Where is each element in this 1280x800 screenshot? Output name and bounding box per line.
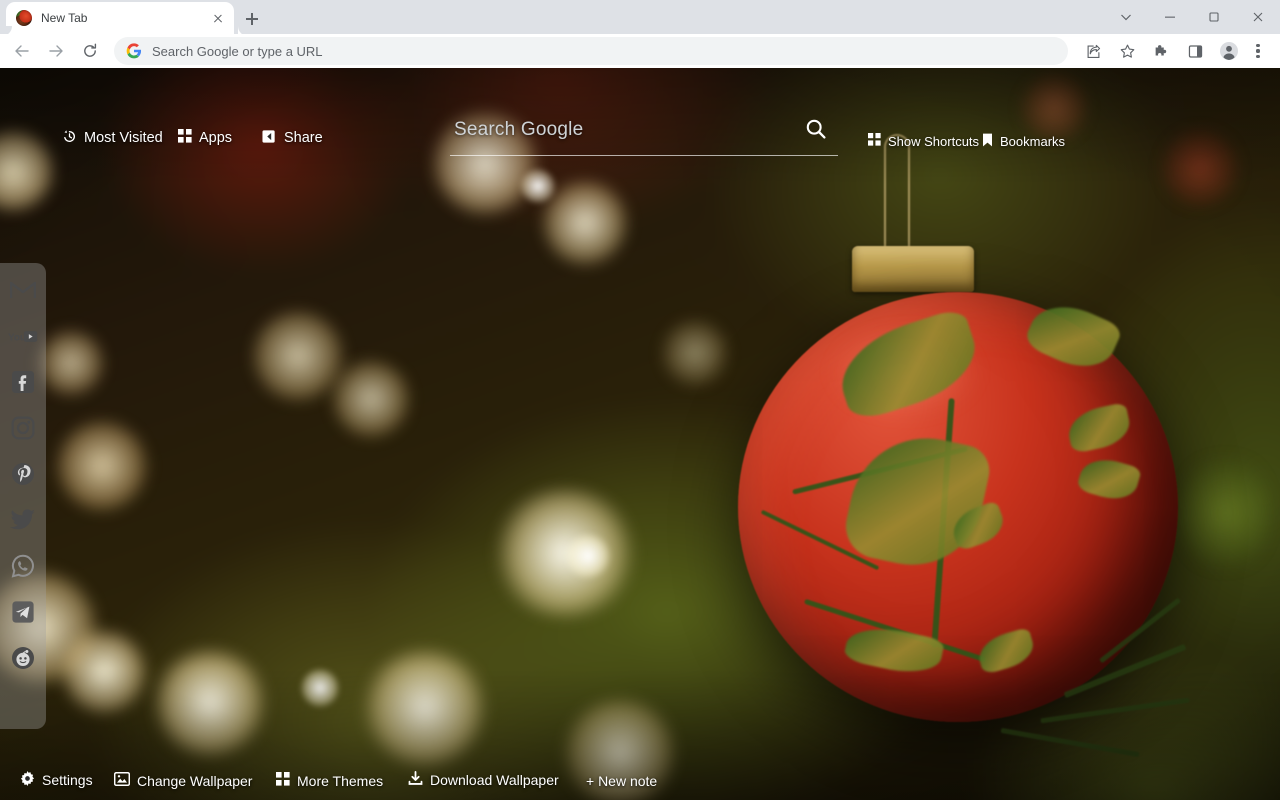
new-note-label: + New note: [586, 773, 658, 789]
puzzle-piece-icon[interactable]: [1147, 37, 1175, 65]
star-icon[interactable]: [1113, 37, 1141, 65]
three-dots-icon[interactable]: [1246, 37, 1270, 65]
christmas-ornament-favicon: [16, 10, 32, 26]
settings-label: Settings: [42, 772, 93, 788]
sidebar-item-youtube[interactable]: You: [8, 321, 38, 351]
minimize-button[interactable]: [1148, 0, 1192, 34]
arrow-forward-icon[interactable]: [42, 37, 70, 65]
download-icon: [408, 771, 423, 789]
browser-chrome: New Tab Search Google or type a URL: [0, 0, 1280, 68]
ntp-bottom-bar: Settings Change Wallpaper More Themes Do…: [0, 756, 1280, 800]
bookmarks-link[interactable]: Bookmarks: [982, 133, 1065, 150]
side-panel-icon[interactable]: [1181, 37, 1209, 65]
tab-search-button[interactable]: [1104, 0, 1148, 34]
apps-link[interactable]: Apps: [178, 129, 232, 147]
sidebar-item-telegram[interactable]: [8, 597, 38, 627]
sidebar-item-facebook[interactable]: [8, 367, 38, 397]
sidebar-item-reddit[interactable]: [8, 643, 38, 673]
gear-icon: [20, 771, 35, 789]
bookmarks-label: Bookmarks: [1000, 134, 1066, 149]
history-icon: [62, 129, 77, 148]
share-link[interactable]: Share: [262, 129, 323, 148]
sidebar-item-instagram[interactable]: [8, 413, 38, 443]
search-input[interactable]: Search Google: [454, 119, 583, 141]
change-wallpaper-label: Change Wallpaper: [137, 772, 253, 789]
most-visited-label: Most Visited: [84, 130, 163, 147]
grid-icon: [868, 133, 881, 149]
social-sidebar: You: [0, 263, 46, 729]
maximize-button[interactable]: [1192, 0, 1236, 34]
close-button[interactable]: [1236, 0, 1280, 34]
share-icon: [262, 129, 277, 148]
sidebar-item-pinterest[interactable]: [8, 459, 38, 489]
new-tab-button[interactable]: [238, 5, 266, 33]
share-icon[interactable]: [1079, 37, 1107, 65]
more-themes-label: More Themes: [297, 772, 384, 789]
sidebar-item-twitter[interactable]: [8, 505, 38, 535]
tab-title: New Tab: [41, 11, 88, 25]
sidebar-item-gmail[interactable]: [8, 275, 38, 305]
browser-toolbar: Search Google or type a URL: [0, 34, 1280, 68]
show-shortcuts-link[interactable]: Show Shortcuts: [868, 133, 979, 149]
person-icon[interactable]: [1215, 37, 1243, 65]
apps-label: Apps: [199, 129, 233, 146]
download-wallpaper-label: Download Wallpaper: [430, 772, 559, 788]
toolbar-actions: [1076, 37, 1280, 65]
close-icon[interactable]: [210, 10, 226, 26]
search-underline: [450, 155, 838, 156]
new-tab-page: Most Visited Apps Share Show Shortcuts B…: [0, 68, 1280, 800]
omnibox[interactable]: Search Google or type a URL: [114, 37, 1068, 65]
sidebar-item-whatsapp[interactable]: [8, 551, 38, 581]
ntp-search-box[interactable]: Search Google: [450, 114, 838, 156]
settings-link[interactable]: Settings: [20, 771, 93, 789]
arrow-back-icon[interactable]: [8, 37, 36, 65]
tab-new-tab[interactable]: New Tab: [2, 2, 248, 36]
grid-icon: [178, 129, 192, 147]
svg-text:You: You: [8, 332, 26, 343]
google-g-icon: [126, 43, 142, 59]
image-icon: [113, 771, 131, 789]
magnifier-icon[interactable]: [804, 117, 828, 146]
more-themes-link[interactable]: More Themes: [276, 772, 383, 789]
tab-strip: New Tab: [0, 0, 1280, 36]
show-shortcuts-label: Show Shortcuts: [888, 133, 980, 149]
download-wallpaper-link[interactable]: Download Wallpaper: [408, 771, 559, 789]
reload-icon[interactable]: [76, 37, 104, 65]
new-note-link[interactable]: + New note: [586, 773, 657, 789]
grid-icon: [276, 772, 290, 789]
share-label: Share: [284, 130, 323, 147]
window-controls: [1104, 0, 1280, 34]
omnibox-placeholder: Search Google or type a URL: [152, 43, 323, 59]
change-wallpaper-link[interactable]: Change Wallpaper: [113, 771, 253, 789]
bookmark-icon: [982, 133, 993, 150]
most-visited-link[interactable]: Most Visited: [62, 129, 163, 148]
